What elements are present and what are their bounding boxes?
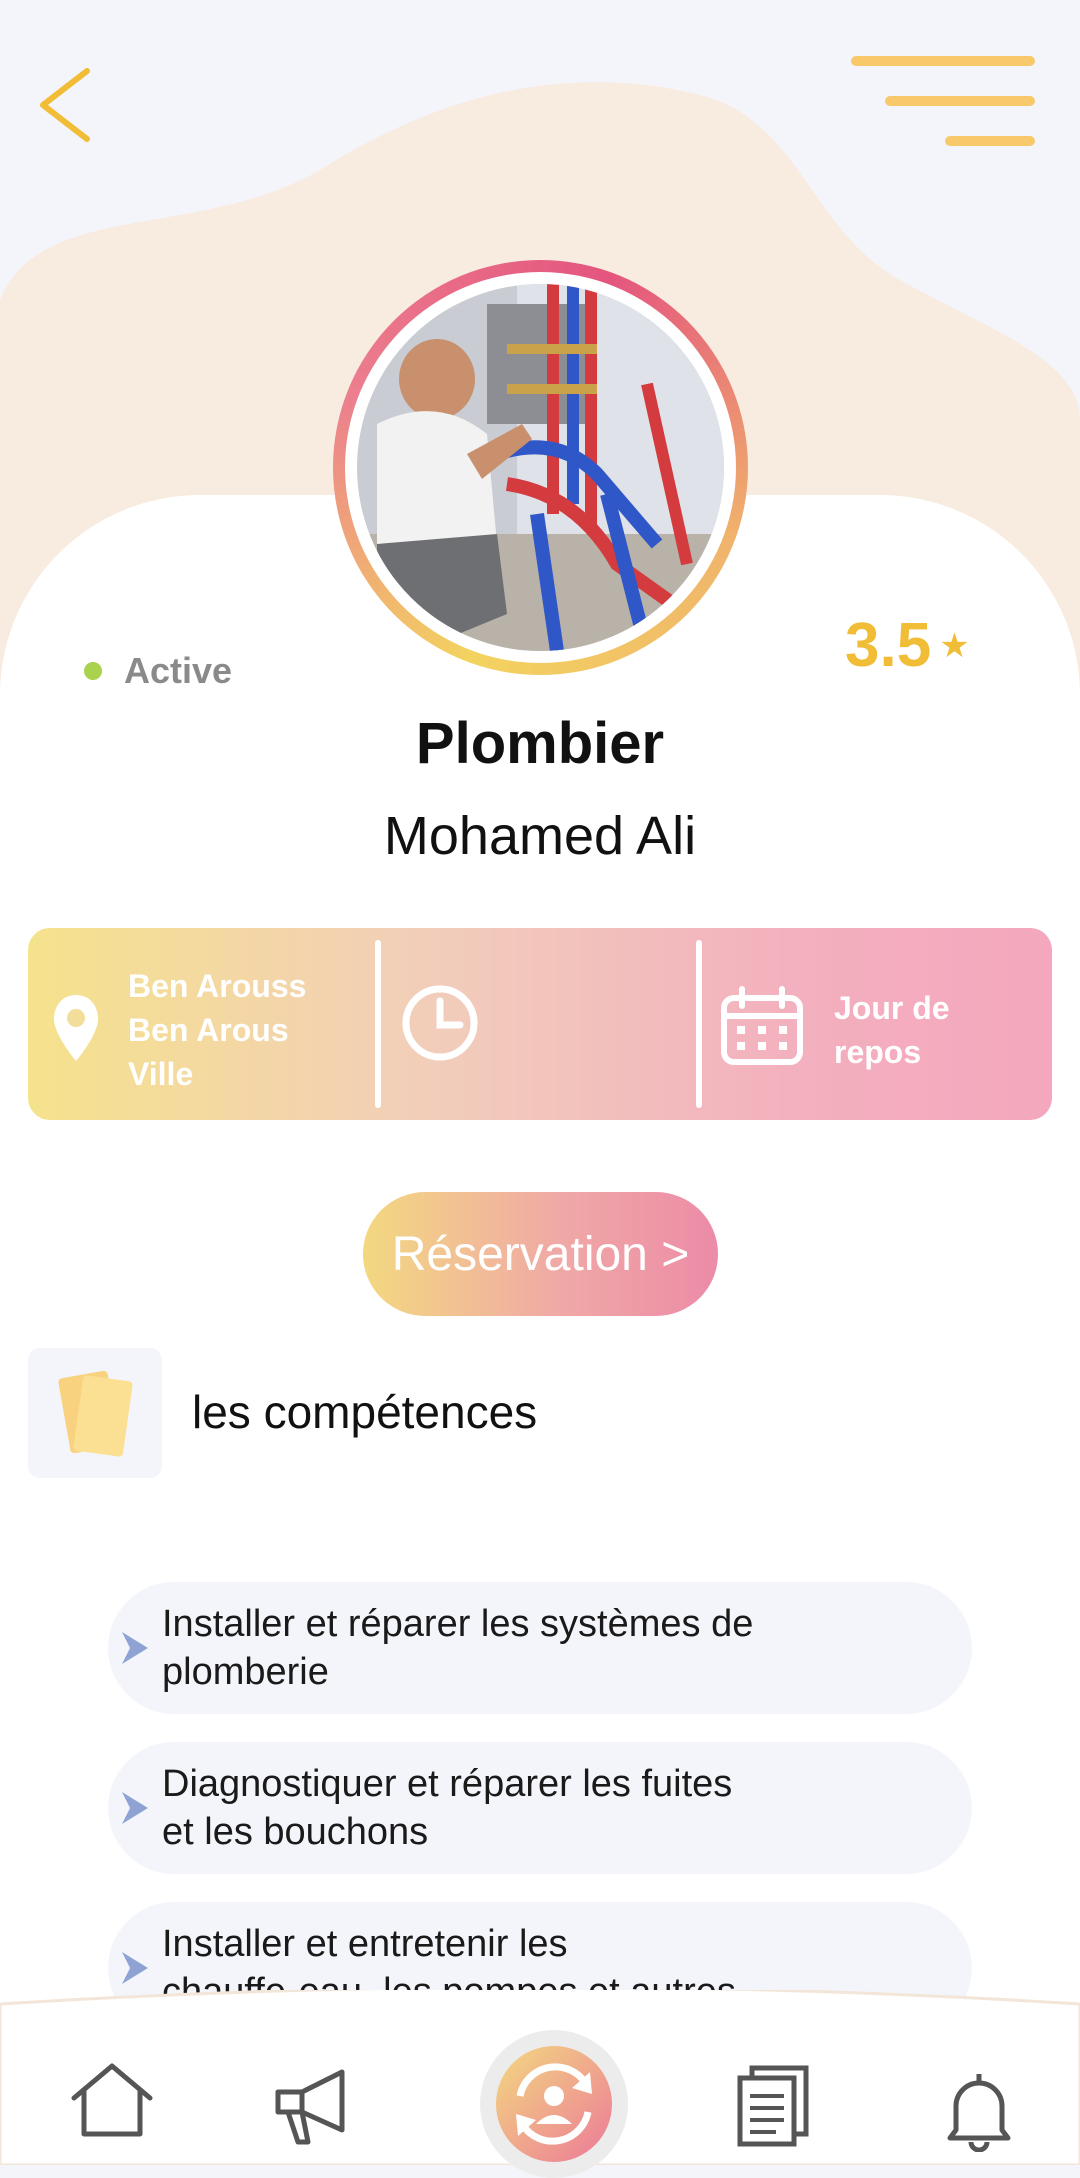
location-pin-icon xyxy=(54,995,98,1061)
skill-text: Installer et réparer les systèmes de plo… xyxy=(162,1603,754,1693)
skills-heading: les compétences xyxy=(192,1386,538,1438)
location-text: Ben Arouss Ben Arous Ville xyxy=(128,968,307,1092)
plumber-photo xyxy=(357,284,724,651)
chevron-right-icon xyxy=(122,1632,148,1664)
rating: 3.5 ★ xyxy=(845,610,970,681)
list-item: Installer et réparer les systèmes de plo… xyxy=(108,1582,972,1714)
documents-icon[interactable] xyxy=(736,2064,810,2148)
chevron-right-icon xyxy=(122,1952,148,1984)
rating-value: 3.5 xyxy=(845,611,932,680)
status-dot xyxy=(84,662,102,680)
info-divider xyxy=(696,940,702,1108)
status-text: Active xyxy=(124,650,233,691)
day-off-text: Jour de repos xyxy=(834,990,950,1070)
calendar-icon xyxy=(721,986,803,1065)
reservation-button[interactable]: Réservation > xyxy=(363,1192,718,1316)
megaphone-icon[interactable] xyxy=(272,2066,356,2146)
profession-title: Plombier xyxy=(415,711,665,776)
worker-name: Mohamed Ali xyxy=(383,806,697,866)
chevron-right-icon xyxy=(122,1792,148,1824)
avatar xyxy=(333,260,748,675)
star-icon: ★ xyxy=(939,626,970,665)
home-icon[interactable] xyxy=(70,2062,154,2138)
clock-icon xyxy=(402,985,478,1061)
info-divider xyxy=(375,940,381,1108)
menu-icon[interactable] xyxy=(850,55,1040,155)
skills-icon xyxy=(28,1348,162,1478)
info-bar: Ben Arouss Ben Arous Ville Jour de repos xyxy=(28,928,1052,1120)
swap-user-icon xyxy=(496,2046,612,2162)
bell-icon[interactable] xyxy=(944,2070,1014,2152)
list-item: Diagnostiquer et réparer les fuites et l… xyxy=(108,1742,972,1874)
swap-user-button[interactable] xyxy=(480,2030,628,2178)
status-indicator: Active xyxy=(84,650,232,692)
skill-text: Diagnostiquer et réparer les fuites et l… xyxy=(162,1763,733,1853)
back-button[interactable] xyxy=(35,65,95,145)
